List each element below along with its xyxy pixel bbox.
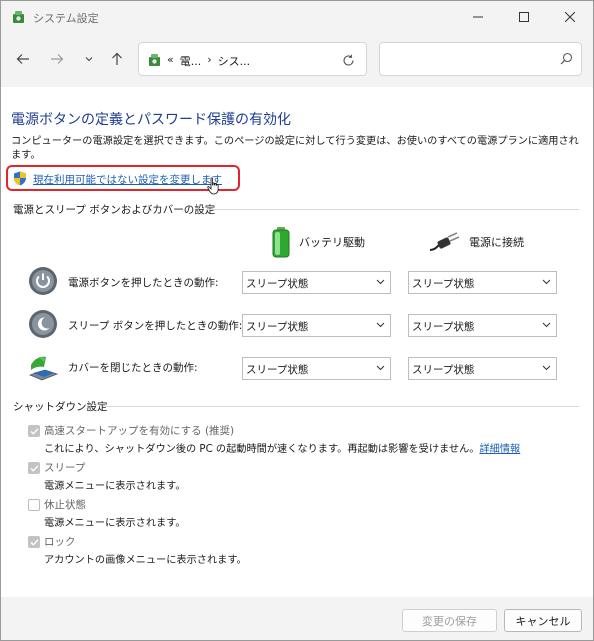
select-value: スリープ状態: [412, 278, 475, 290]
section-divider: [105, 406, 579, 407]
lid-close-battery-select[interactable]: スリープ状態: [242, 357, 391, 380]
battery-header-label: バッテリ駆動: [299, 236, 365, 249]
up-button[interactable]: [105, 47, 129, 71]
chevron-down-icon: [542, 365, 551, 371]
sleep-label: スリープ: [44, 462, 86, 474]
search-icon: [560, 52, 573, 65]
chevron-down-icon: [85, 57, 93, 62]
hibernate-description: 電源メニューに表示されます。: [44, 518, 186, 529]
forward-button[interactable]: [45, 47, 69, 71]
window-title: システム設定: [33, 12, 99, 25]
power-plug-icon: [429, 232, 460, 251]
lock-checkbox[interactable]: [28, 536, 40, 548]
checkmark-icon: [30, 465, 39, 472]
hibernate-label: 休止状態: [44, 499, 86, 511]
select-value: スリープ状態: [412, 364, 475, 376]
chevron-down-icon: [542, 279, 551, 285]
breadcrumb-item[interactable]: シス...: [218, 53, 251, 69]
navigation-bar: « 電... › シス...: [1, 33, 593, 87]
lock-description: アカウントの画像メニューに表示されます。: [44, 555, 247, 566]
refresh-button[interactable]: [337, 49, 359, 71]
power-button-icon: [29, 267, 57, 295]
shutdown-section-title: シャットダウン設定: [13, 401, 108, 413]
lid-close-plugged-select[interactable]: スリープ状態: [408, 357, 557, 380]
sleep-checkbox[interactable]: [28, 462, 40, 474]
hibernate-checkbox[interactable]: [28, 499, 40, 511]
fast-startup-description: これにより、シャットダウン後の PC の起動時間が速くなります。再起動は影響を受…: [44, 440, 520, 455]
chevron-down-icon: [542, 322, 551, 328]
chevron-down-icon: [376, 322, 385, 328]
power-options-icon: [13, 11, 24, 23]
maximize-button[interactable]: [501, 1, 547, 33]
search-input[interactable]: [379, 42, 582, 76]
plugged-in-column-header: 電源に接続: [429, 225, 524, 259]
power-button-plugged-select[interactable]: スリープ状態: [408, 271, 557, 294]
battery-column-header: バッテリ駆動: [271, 225, 365, 259]
title-bar: システム設定: [1, 1, 593, 33]
checkmark-icon: [30, 539, 39, 546]
power-options-icon: [149, 54, 160, 66]
sleep-button-icon: [29, 310, 57, 338]
page-description: コンピューターの電源設定を選択できます。このページの設定に対して行う変更は、お使…: [11, 136, 579, 161]
select-value: スリープ状態: [246, 364, 309, 376]
checkmark-icon: [30, 428, 39, 435]
change-settings-highlight: 現在利用可能ではない設定を変更します: [6, 165, 240, 191]
refresh-icon: [342, 54, 354, 66]
breadcrumb-item[interactable]: 電...: [180, 53, 202, 69]
battery-icon: [272, 227, 290, 258]
sleep-button-plugged-select[interactable]: スリープ状態: [408, 314, 557, 337]
arrow-right-icon: [51, 54, 64, 64]
fast-startup-label: 高速スタートアップを有効にする (推奨): [44, 425, 235, 437]
fast-startup-description-text: これにより、シャットダウン後の PC の起動時間が速くなります。再起動は影響を受…: [44, 444, 480, 455]
laptop-lid-icon: [28, 356, 59, 381]
power-section-title: 電源とスリープ ボタンおよびカバーの設定: [13, 204, 216, 216]
save-changes-button[interactable]: 変更の保存: [402, 609, 497, 632]
close-button[interactable]: [547, 1, 593, 33]
back-button[interactable]: [11, 47, 35, 71]
breadcrumb-overflow[interactable]: «: [167, 53, 174, 69]
close-icon: [565, 12, 575, 22]
sleep-description: 電源メニューに表示されます。: [44, 481, 186, 492]
arrow-left-icon: [16, 54, 29, 64]
maximize-icon: [519, 12, 529, 22]
page-title: 電源ボタンの定義とパスワード保護の有効化: [11, 112, 291, 128]
change-unavailable-settings-link[interactable]: 現在利用可能ではない設定を変更します: [33, 172, 222, 187]
lid-close-action-label: カバーを閉じたときの動作:: [68, 362, 198, 374]
plugged-header-label: 電源に接続: [469, 236, 524, 249]
uac-shield-icon: [14, 171, 26, 186]
minimize-button[interactable]: [455, 1, 501, 33]
more-info-link[interactable]: 詳細情報: [479, 444, 520, 455]
chevron-down-icon: [376, 279, 385, 285]
chevron-down-icon: [376, 365, 385, 371]
fast-startup-checkbox[interactable]: [28, 425, 40, 437]
power-button-action-label: 電源ボタンを押したときの動作:: [68, 277, 219, 289]
power-button-battery-select[interactable]: スリープ状態: [242, 271, 391, 294]
address-bar[interactable]: « 電... › シス...: [138, 42, 367, 76]
recent-locations-button[interactable]: [77, 47, 101, 71]
select-value: スリープ状態: [246, 278, 309, 290]
sleep-button-action-label: スリープ ボタンを押したときの動作:: [68, 320, 243, 332]
system-settings-window: システム設定 « 電... › シス... 電源ボタンの定義とパスワード保護の有…: [0, 0, 594, 641]
breadcrumb: « 電... › シス...: [167, 53, 250, 69]
lock-label: ロック: [44, 536, 76, 548]
hand-cursor-icon: [207, 177, 219, 195]
select-value: スリープ状態: [412, 321, 475, 333]
section-divider: [206, 209, 579, 210]
sleep-button-battery-select[interactable]: スリープ状態: [242, 314, 391, 337]
arrow-up-icon: [112, 52, 122, 65]
main-content: 電源ボタンの定義とパスワード保護の有効化 コンピューターの電源設定を選択できます…: [1, 87, 593, 597]
footer-bar: 変更の保存 キャンセル: [1, 597, 593, 640]
breadcrumb-separator[interactable]: ›: [207, 53, 211, 69]
select-value: スリープ状態: [246, 321, 309, 333]
cancel-button[interactable]: キャンセル: [504, 609, 582, 632]
minimize-icon: [473, 16, 483, 18]
